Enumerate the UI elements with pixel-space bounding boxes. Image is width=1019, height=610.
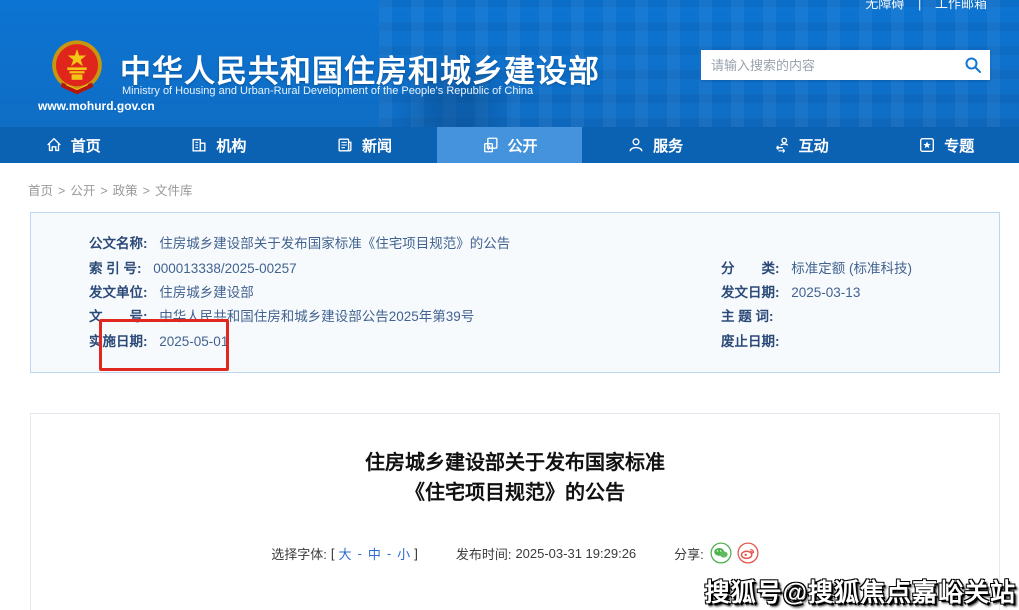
breadcrumb-policy[interactable]: 政策 — [113, 184, 138, 198]
breadcrumb-library[interactable]: 文件库 — [155, 184, 193, 198]
search-box — [701, 50, 990, 80]
article-title-line2: 《住宅项目规范》的公告 — [405, 482, 625, 504]
meta-row-issue-date: 发文日期: 2025-03-13 — [721, 283, 860, 303]
site-url: www.mohurd.gov.cn — [38, 99, 155, 113]
share-label: 分享: — [674, 544, 704, 563]
document-metadata-box: 公文名称: 住房城乡建设部关于发布国家标准《住宅项目规范》的公告 索 引 号: … — [30, 212, 1000, 373]
main-nav: 首页 机构 新闻 公开 — [0, 127, 1019, 163]
bracket-open: [ — [331, 546, 335, 561]
nav-item-disclosure[interactable]: 公开 — [437, 127, 583, 163]
font-size-medium-link[interactable]: 中 — [368, 544, 381, 563]
doc-name-label: 公文名称: — [89, 236, 148, 251]
publish-time-label: 发布时间: — [456, 544, 512, 563]
topic-star-icon — [918, 136, 936, 154]
font-size-separator: - — [357, 546, 361, 561]
news-icon — [336, 136, 354, 154]
search-icon — [964, 56, 982, 74]
breadcrumb: 首页 > 公开 > 政策 > 文件库 — [28, 180, 193, 199]
breadcrumb-separator: > — [143, 184, 150, 198]
meta-row-doc-name: 公文名称: 住房城乡建设部关于发布国家标准《住宅项目规范》的公告 — [89, 234, 510, 254]
breadcrumb-disclosure[interactable]: 公开 — [70, 184, 95, 198]
nav-item-org[interactable]: 机构 — [146, 127, 292, 163]
implement-date-value: 2025-05-01 — [159, 334, 228, 349]
nav-label: 服务 — [653, 135, 683, 156]
doc-no-label: 文 号: — [89, 309, 148, 324]
article-meta-row: 选择字体: [ 大 - 中 - 小 ] 发布时间: 2025-03-31 19:… — [31, 542, 999, 564]
nav-label: 新闻 — [362, 135, 392, 156]
nav-item-interact[interactable]: 互动 — [728, 127, 874, 163]
publish-time-value: 2025-03-31 19:29:26 — [515, 546, 636, 561]
nav-item-home[interactable]: 首页 — [0, 127, 146, 163]
weibo-share-icon[interactable] — [737, 542, 759, 564]
sohu-watermark: 搜狐号@搜狐焦点嘉峪关站 — [705, 573, 1016, 609]
meta-row-doc-no: 文 号: 中华人民共和国住房和城乡建设部公告2025年第39号 — [89, 307, 474, 327]
publish-time: 发布时间: 2025-03-31 19:29:26 — [456, 544, 636, 563]
search-input[interactable] — [701, 51, 956, 79]
national-emblem-logo — [50, 39, 104, 99]
font-size-separator: - — [387, 546, 391, 561]
meta-row-abolish-date: 废止日期: — [721, 332, 788, 352]
topbar-separator: | — [918, 0, 921, 11]
breadcrumb-home[interactable]: 首页 — [28, 184, 53, 198]
nav-label: 公开 — [508, 135, 538, 156]
issue-date-value: 2025-03-13 — [791, 285, 860, 300]
site-subtitle-english: Ministry of Housing and Urban-Rural Deve… — [122, 85, 533, 97]
font-size-selector: 选择字体: [ 大 - 中 - 小 ] — [271, 544, 418, 563]
disclosure-icon — [482, 136, 500, 154]
issuer-value: 住房城乡建设部 — [159, 285, 254, 300]
nav-label: 机构 — [216, 135, 246, 156]
service-person-icon — [627, 136, 645, 154]
site-header: 无障碍 | 工作邮箱 中华人民共和国住房和城乡建设部 Ministry of H… — [0, 0, 1019, 127]
nav-label: 首页 — [71, 135, 101, 156]
font-size-large-link[interactable]: 大 — [338, 544, 351, 563]
header-topbar: 无障碍 | 工作邮箱 — [855, 0, 987, 12]
index-no-value: 000013338/2025-00257 — [153, 261, 296, 276]
breadcrumb-separator: > — [58, 184, 65, 198]
nav-label: 互动 — [799, 135, 829, 156]
wechat-share-icon[interactable] — [710, 542, 732, 564]
nav-item-service[interactable]: 服务 — [582, 127, 728, 163]
implement-date-label: 实施日期: — [89, 334, 148, 349]
topbar-accessibility-link[interactable]: 无障碍 — [865, 0, 904, 11]
breadcrumb-separator: > — [100, 184, 107, 198]
page: 无障碍 | 工作邮箱 中华人民共和国住房和城乡建设部 Ministry of H… — [0, 0, 1019, 610]
nav-item-news[interactable]: 新闻 — [291, 127, 437, 163]
search-button[interactable] — [956, 50, 990, 80]
doc-name-value: 住房城乡建设部关于发布国家标准《住宅项目规范》的公告 — [159, 236, 510, 251]
issue-date-label: 发文日期: — [721, 285, 780, 300]
abolish-date-label: 废止日期: — [721, 334, 780, 349]
home-icon — [45, 136, 63, 154]
category-value: 标准定额 (标准科技) — [791, 261, 912, 276]
bracket-close: ] — [414, 546, 418, 561]
article-title-line1: 住房城乡建设部关于发布国家标准 — [365, 452, 665, 474]
meta-row-subject-words: 主 题 词: — [721, 307, 782, 327]
nav-item-topics[interactable]: 专题 — [873, 127, 1019, 163]
doc-no-value: 中华人民共和国住房和城乡建设部公告2025年第39号 — [159, 309, 474, 324]
meta-row-category: 分 类: 标准定额 (标准科技) — [721, 259, 912, 279]
topbar-mailbox-link[interactable]: 工作邮箱 — [935, 0, 987, 11]
meta-row-index-no: 索 引 号: 000013338/2025-00257 — [89, 259, 297, 279]
share-group: 分享: — [674, 542, 759, 564]
font-size-small-link[interactable]: 小 — [397, 544, 410, 563]
category-label: 分 类: — [721, 261, 780, 276]
meta-row-implement-date: 实施日期: 2025-05-01 — [89, 332, 228, 352]
article-title: 住房城乡建设部关于发布国家标准 《住宅项目规范》的公告 — [31, 448, 999, 508]
subject-words-label: 主 题 词: — [721, 309, 774, 324]
meta-row-issuer: 发文单位: 住房城乡建设部 — [89, 283, 254, 303]
org-building-icon — [190, 136, 208, 154]
font-selector-label: 选择字体: — [271, 544, 327, 563]
nav-label: 专题 — [944, 135, 974, 156]
issuer-label: 发文单位: — [89, 285, 148, 300]
index-no-label: 索 引 号: — [89, 261, 142, 276]
interact-icon — [773, 136, 791, 154]
